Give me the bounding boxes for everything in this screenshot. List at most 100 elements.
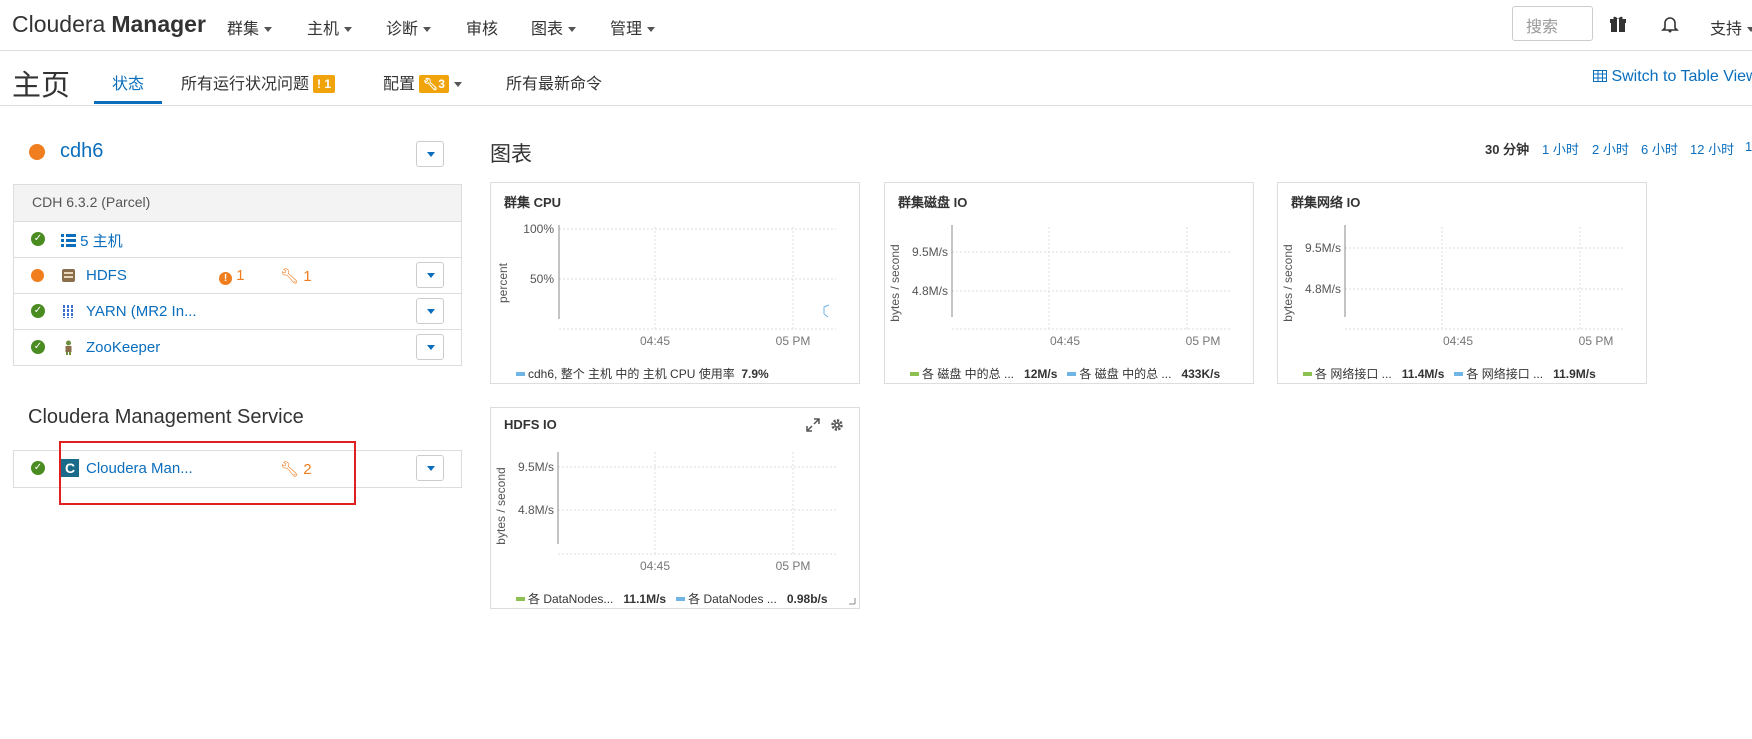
legend-swatch [1303,372,1312,376]
cluster-name-link[interactable]: cdh6 [60,140,103,163]
config-issues-badge: 🔧︎3 [419,75,449,93]
hdfs-health-issues-count: 1 [236,267,245,284]
nav-administration-label: 管理 [610,21,643,38]
chevron-down-icon [568,27,577,33]
nav-hosts-label: 主机 [307,21,340,38]
search-input[interactable]: 搜索 [1512,6,1593,41]
page-title: 主页 [12,70,71,102]
wrench-icon: 🔧︎ [423,77,439,91]
x-tick-label: 05 PM [776,334,811,348]
chart-plot: 9.5M/s 4.8M/s 04:45 05 PM bytes / second [888,225,1230,348]
nav-support[interactable]: 支持 [1710,15,1752,39]
chart-cluster-disk-io[interactable]: 群集磁盘 IO 9.5M/s 4.8M/s 04:45 05 PM bytes … [884,182,1254,384]
time-range-12h[interactable]: 12 小时 [1690,139,1734,158]
chevron-down-icon [647,27,656,33]
legend-swatch [516,372,525,376]
switch-to-table-view-link[interactable]: Switch to Table View [1593,68,1752,86]
hdfs-actions-dropdown[interactable] [416,262,444,288]
tab-status[interactable]: 状态 [112,70,144,94]
page-header: 主页 状态 所有运行状况问题! 1 配置 🔧︎3 所有最新命令 Switch to… [0,52,1752,106]
legend-swatch [910,372,919,376]
x-tick-label: 04:45 [1050,334,1080,348]
nav-charts[interactable]: 图表 [531,15,577,39]
y-tick-label: 100% [523,222,554,236]
y-tick-label: 9.5M/s [912,245,948,259]
notifications-icon[interactable] [1661,15,1679,33]
chart-cluster-cpu[interactable]: 群集 CPU 100% 50% 04:45 05 PM percent cdh6… [490,182,860,384]
zookeeper-actions-dropdown[interactable] [416,334,444,360]
legend-swatch [676,597,686,601]
legend-series-name: 各 DataNodes... [528,592,614,606]
legend-series-value: 11.4M/s [1401,367,1445,381]
time-range-2h[interactable]: 2 小时 [1592,139,1629,158]
y-tick-label: 4.8M/s [518,503,554,517]
warning-health-icon [31,269,44,282]
good-health-icon: ✓ [31,340,45,354]
legend-series-name: 各 网络接口 ... [1466,367,1544,381]
switch-to-table-view-label: Switch to Table View [1611,68,1752,85]
legend-series-name: 各 磁盘 中的总 ... [922,367,1015,381]
active-tab-indicator [94,101,162,104]
config-issues-count: 3 [438,77,445,91]
nav-hosts[interactable]: 主机 [307,15,353,39]
chart-legend: 各 网络接口 ... 11.4M/s 各 网络接口 ... 11.9M/s [1303,365,1596,382]
y-axis-label: percent [496,262,510,303]
hdfs-config-issues[interactable]: 🔧︎ 1 [280,267,312,285]
tab-health-issues[interactable]: 所有运行状况问题! 1 [181,70,336,94]
x-tick-label: 05 PM [1579,334,1614,348]
y-tick-label: 4.8M/s [912,284,948,298]
service-name-zookeeper[interactable]: ZooKeeper [86,339,160,356]
y-tick-label: 9.5M/s [1305,241,1341,255]
service-name-hdfs[interactable]: HDFS [86,267,127,284]
yarn-actions-dropdown[interactable] [416,298,444,324]
time-range-more[interactable]: 1 [1745,139,1752,154]
chevron-down-icon [1747,27,1752,33]
time-range-30min[interactable]: 30 分钟 [1485,139,1529,158]
service-row-zookeeper: ✓ ZooKeeper [14,329,461,365]
cluster-status-icon [29,144,45,160]
hosts-link[interactable]: 5 主机 [61,230,123,251]
chevron-down-icon [423,27,432,33]
brand-logo[interactable]: Cloudera Manager [12,11,206,38]
resize-handle-icon[interactable] [849,598,856,605]
chart-plot: 9.5M/s 4.8M/s 04:45 05 PM bytes / second [494,452,856,605]
legend-series-name: cdh6, 整个 主机 中的 主机 CPU 使用率 [528,367,735,381]
time-range-1h[interactable]: 1 小时 [1542,139,1579,158]
good-health-icon: ✓ [31,232,45,246]
gift-icon[interactable] [1609,15,1627,33]
series-line [823,304,830,318]
nav-audits-label: 审核 [466,21,499,38]
legend-series-name: 各 磁盘 中的总 ... [1079,367,1172,381]
chart-cluster-network-io[interactable]: 群集网络 IO 9.5M/s 4.8M/s 04:45 05 PM bytes … [1277,182,1647,384]
cluster-actions-dropdown[interactable] [416,141,444,167]
nav-administration[interactable]: 管理 [610,15,656,39]
y-tick-label: 4.8M/s [1305,282,1341,296]
legend-series-value: 11.9M/s [1553,367,1596,381]
tab-configuration[interactable]: 配置 🔧︎3 [383,70,462,94]
legend-series-value: 0.98b/s [786,592,828,606]
yarn-icon [61,305,76,318]
chart-hdfs-io[interactable]: HDFS IO 9.5M/s 4.8M/s 04:45 05 PM bytes … [490,407,860,609]
cluster-version-row: CDH 6.3.2 (Parcel) [14,185,461,221]
cluster-services-table: CDH 6.3.2 (Parcel) ✓ 5 主机 HDFS ! 1 🔧︎ 1 … [13,184,462,366]
nav-audits[interactable]: 审核 [466,15,498,39]
hdfs-icon [62,269,75,282]
legend-series-name: 各 网络接口 ... [1315,367,1392,381]
list-icon [61,234,76,247]
tab-configuration-label: 配置 [383,76,416,93]
nav-diagnostics[interactable]: 诊断 [386,15,432,39]
nav-diagnostics-label: 诊断 [386,21,419,38]
good-health-icon: ✓ [31,461,45,475]
search-placeholder: 搜索 [1526,19,1559,36]
brand-light: Cloudera [12,11,106,37]
service-name-yarn[interactable]: YARN (MR2 In... [86,303,197,320]
tab-health-issues-label: 所有运行状况问题 [181,76,310,93]
tab-recent-commands[interactable]: 所有最新命令 [506,70,602,94]
hdfs-health-issues[interactable]: ! 1 [219,267,245,285]
nav-clusters[interactable]: 群集 [227,15,273,39]
time-range-6h[interactable]: 6 小时 [1641,139,1678,158]
good-health-icon: ✓ [31,304,45,318]
x-tick-label: 04:45 [640,559,670,573]
management-actions-dropdown[interactable] [416,455,444,481]
chevron-down-icon [344,27,353,33]
